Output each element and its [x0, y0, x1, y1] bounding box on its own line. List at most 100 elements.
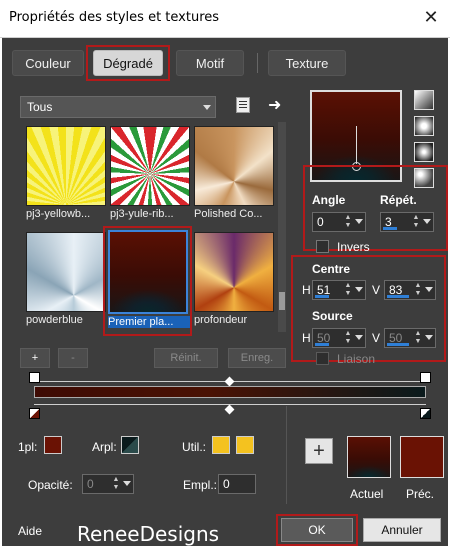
- tab-degrade[interactable]: Dégradé: [93, 50, 163, 76]
- library-filter-select[interactable]: Tous: [20, 96, 216, 118]
- chevron-down-icon[interactable]: [425, 335, 433, 340]
- repeat-label: Répét.: [380, 193, 417, 207]
- thumbnail-swatch: [194, 126, 274, 206]
- cancel-button[interactable]: Annuler: [363, 518, 441, 542]
- sunburst-style-icon[interactable]: [414, 142, 434, 162]
- source-h-input[interactable]: 50 ▲ ▼: [312, 328, 366, 348]
- opacity-stop-right[interactable]: [420, 372, 431, 383]
- divider: [286, 406, 287, 504]
- user-swatch-1[interactable]: [212, 436, 230, 454]
- thumbnail-label: Polished Co...: [194, 208, 263, 220]
- tab-texture[interactable]: Texture: [268, 50, 346, 76]
- center-handle[interactable]: [352, 162, 361, 171]
- window-title: Propriétés des styles et textures: [9, 10, 220, 25]
- background-swatch[interactable]: [121, 436, 139, 454]
- add-preset-button[interactable]: +: [305, 438, 333, 464]
- spinner-arrows-icon[interactable]: ▲ ▼: [413, 282, 423, 298]
- center-v-label: V: [372, 283, 381, 297]
- chevron-down-icon[interactable]: [355, 219, 363, 224]
- chevron-down-icon[interactable]: [355, 335, 363, 340]
- library-filter-value: Tous: [27, 100, 53, 114]
- thumbnail-item[interactable]: powderblue: [26, 232, 106, 326]
- close-icon[interactable]: ✕: [420, 6, 442, 28]
- gradient-preview[interactable]: [310, 90, 402, 182]
- spinner-arrows-icon[interactable]: ▲ ▼: [343, 330, 353, 346]
- link-checkbox[interactable]: [316, 352, 329, 365]
- source-v-label: V: [372, 331, 381, 345]
- help-link[interactable]: Aide: [18, 524, 42, 538]
- source-label: Source: [312, 309, 353, 323]
- opacity-value: 0: [87, 477, 94, 491]
- watermark-text: ReneeDesigns: [77, 522, 220, 546]
- foreground-label: 1pl:: [18, 440, 38, 454]
- thumbnail-item[interactable]: pj3-yule-rib...: [110, 126, 190, 220]
- thumbnail-label: Premier pla...: [108, 316, 190, 328]
- thumbnail-label: profondeur: [194, 314, 248, 326]
- thumbnail-swatch: [26, 126, 106, 206]
- rectangular-style-icon[interactable]: [414, 116, 434, 136]
- user-swatch-2[interactable]: [236, 436, 254, 454]
- opacity-label: Opacité:: [28, 478, 73, 492]
- center-line: [356, 126, 357, 164]
- thumbnail-item[interactable]: Premier pla...: [108, 230, 190, 328]
- thumbnail-swatch: [194, 232, 274, 312]
- angle-value: 0: [317, 215, 324, 229]
- tab-couleur[interactable]: Couleur: [12, 50, 84, 76]
- value-bar: [387, 343, 409, 346]
- arrow-right-icon[interactable]: ➜: [268, 95, 281, 115]
- spinner-arrows-icon[interactable]: ▲ ▼: [413, 330, 423, 346]
- reset-button[interactable]: Réinit.: [154, 348, 218, 368]
- center-h-input[interactable]: 51 ▲ ▼: [312, 280, 366, 300]
- invert-checkbox[interactable]: [316, 240, 329, 253]
- title-bar: Propriétés des styles et textures ✕: [0, 0, 450, 38]
- spinner-arrows-icon[interactable]: ▲ ▼: [343, 282, 353, 298]
- gradient-strip[interactable]: [34, 386, 426, 398]
- foreground-swatch[interactable]: [44, 436, 62, 454]
- chevron-down-icon[interactable]: [425, 287, 433, 292]
- tab-divider: [257, 53, 258, 73]
- remove-gradient-button[interactable]: -: [58, 348, 88, 368]
- source-h-label: H: [302, 331, 311, 345]
- previous-preview[interactable]: [400, 436, 444, 478]
- current-preview: [347, 436, 391, 478]
- linear-style-icon[interactable]: [414, 90, 434, 110]
- link-label: Liaison: [337, 352, 376, 366]
- tab-motif[interactable]: Motif: [176, 50, 244, 76]
- spinner-arrows-icon[interactable]: ▲ ▼: [411, 214, 421, 230]
- thumbnail-swatch: [26, 232, 106, 312]
- center-v-input[interactable]: 83 ▲ ▼: [384, 280, 436, 300]
- angle-input[interactable]: 0 ▲ ▼: [312, 212, 366, 232]
- library-options-icon[interactable]: [236, 97, 250, 113]
- radial-style-icon[interactable]: [414, 168, 434, 188]
- scrollbar-thumb[interactable]: [279, 292, 285, 310]
- color-stop-left[interactable]: [29, 408, 40, 419]
- add-gradient-button[interactable]: +: [20, 348, 50, 368]
- thumbnail-label: pj3-yule-rib...: [110, 208, 174, 220]
- chevron-down-icon[interactable]: [123, 481, 131, 486]
- current-label: Actuel: [350, 487, 384, 501]
- background-label: Arpl:: [92, 440, 117, 454]
- thumbnail-item[interactable]: pj3-yellowb...: [26, 126, 106, 220]
- color-stop-right[interactable]: [420, 408, 431, 419]
- chevron-down-icon[interactable]: [355, 287, 363, 292]
- save-gradient-button[interactable]: Enreg.: [228, 348, 286, 368]
- thumbnail-item[interactable]: Polished Co...: [194, 126, 274, 220]
- location-value: 0: [223, 477, 230, 491]
- opacity-input[interactable]: 0 ▲ ▼: [82, 474, 134, 494]
- source-v-input[interactable]: 50 ▲ ▼: [384, 328, 436, 348]
- library-scrollbar[interactable]: [278, 122, 286, 332]
- location-input[interactable]: 0: [218, 474, 256, 494]
- thumbnail-label: pj3-yellowb...: [26, 208, 91, 220]
- repeat-input[interactable]: 3 ▲ ▼: [380, 212, 434, 232]
- spinner-arrows-icon[interactable]: ▲ ▼: [343, 214, 353, 230]
- center-h-label: H: [302, 283, 311, 297]
- user-label: Util.:: [182, 440, 206, 454]
- value-bar: [387, 295, 409, 298]
- previous-label: Préc.: [406, 487, 435, 501]
- chevron-down-icon: [203, 105, 211, 110]
- opacity-stop-left[interactable]: [29, 372, 40, 383]
- chevron-down-icon[interactable]: [423, 219, 431, 224]
- spinner-arrows-icon[interactable]: ▲ ▼: [111, 476, 121, 492]
- ok-button[interactable]: OK: [281, 518, 353, 542]
- thumbnail-item[interactable]: profondeur: [194, 232, 274, 326]
